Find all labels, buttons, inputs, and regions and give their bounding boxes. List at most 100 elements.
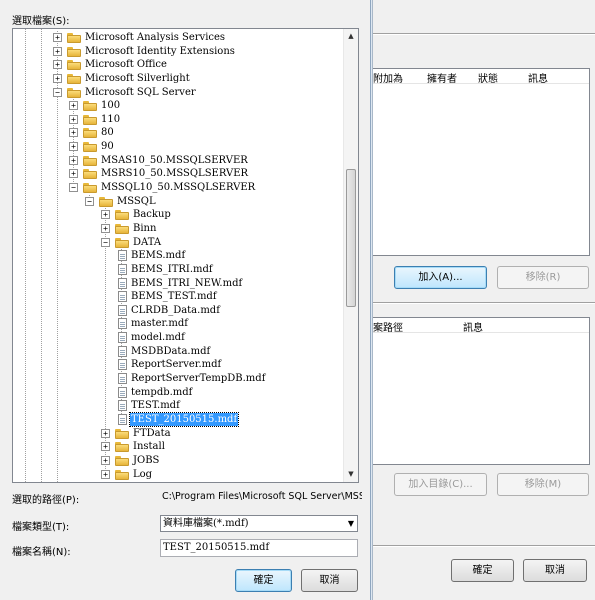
file-type-label: 檔案類型(T): bbox=[12, 522, 70, 533]
column-path[interactable]: 案路徑 bbox=[373, 319, 403, 334]
tree-folder-item[interactable]: − Microsoft SQL Server bbox=[13, 86, 343, 100]
file-tree[interactable]: + Microsoft Analysis Services + Microsoft I… bbox=[12, 28, 359, 483]
expand-icon[interactable]: + bbox=[101, 455, 110, 465]
expand-icon[interactable]: + bbox=[101, 428, 110, 438]
tree-file-item[interactable]: TEST_20150515.mdf bbox=[13, 411, 343, 427]
collapse-icon[interactable]: − bbox=[53, 87, 62, 97]
collapse-icon[interactable]: − bbox=[101, 237, 110, 247]
folder-icon bbox=[67, 87, 81, 98]
tree-folder-item[interactable]: + MSRS10_50.MSSQLSERVER bbox=[13, 167, 343, 181]
scroll-thumb[interactable] bbox=[346, 169, 356, 307]
tree-item-label: tempdb.mdf bbox=[131, 386, 193, 398]
tree-folder-item[interactable]: +100 bbox=[13, 99, 343, 113]
remove-catalog-button[interactable]: 移除(M) bbox=[497, 473, 589, 496]
tree-folder-item[interactable]: + Log bbox=[13, 468, 343, 482]
file-icon bbox=[118, 345, 127, 357]
folder-icon bbox=[115, 455, 129, 466]
expand-icon[interactable]: + bbox=[53, 33, 62, 42]
folder-icon bbox=[83, 183, 97, 194]
tree-file-item[interactable]: BEMS_TEST.mdf bbox=[13, 290, 343, 304]
tree-folder-item[interactable]: + Microsoft Silverlight bbox=[13, 72, 343, 86]
column-attach-as[interactable]: 附加為 bbox=[373, 70, 403, 85]
column-status[interactable]: 狀態 bbox=[478, 70, 498, 85]
expand-icon[interactable]: + bbox=[53, 46, 62, 56]
collapse-icon[interactable]: − bbox=[85, 196, 94, 206]
tree-file-item[interactable]: BEMS_ITRI.mdf bbox=[13, 263, 343, 277]
add-catalog-button[interactable]: 加入目錄(C)... bbox=[394, 473, 487, 496]
tree-file-item[interactable]: BEMS.mdf bbox=[13, 249, 343, 263]
tree-file-item[interactable]: master.mdf bbox=[13, 317, 343, 331]
tree-item-label: CLRDB_Data.mdf bbox=[131, 304, 220, 316]
tree-item-label: Microsoft Office bbox=[85, 59, 167, 71]
cancel-button[interactable]: 取消 bbox=[301, 569, 358, 592]
tree-item-label: model.mdf bbox=[131, 332, 185, 344]
expand-icon[interactable]: + bbox=[101, 469, 110, 479]
file-type-select[interactable]: 資料庫檔案(*.mdf) ▼ bbox=[160, 515, 358, 532]
column-message[interactable]: 訊息 bbox=[463, 319, 483, 334]
tree-file-item[interactable]: MSDBData.mdf bbox=[13, 345, 343, 359]
file-name-input[interactable]: TEST_20150515.mdf bbox=[160, 539, 358, 557]
tree-file-item[interactable]: TEST.mdf bbox=[13, 399, 343, 413]
tree-folder-item[interactable]: + Install bbox=[13, 440, 343, 454]
file-icon bbox=[118, 332, 127, 344]
tree-file-item[interactable]: BEMS_ITRI_NEW.mdf bbox=[13, 277, 343, 291]
column-message[interactable]: 訊息 bbox=[528, 70, 548, 85]
tree-folder-item[interactable]: + Microsoft Analysis Services bbox=[13, 31, 343, 45]
tree-file-item[interactable]: tempdb.mdf bbox=[13, 386, 343, 400]
expand-icon[interactable]: + bbox=[53, 73, 62, 83]
scroll-down-arrow-icon[interactable]: ▼ bbox=[344, 467, 358, 482]
expand-icon[interactable]: + bbox=[101, 210, 110, 220]
tree-folder-item[interactable]: − DATA bbox=[13, 236, 343, 250]
folder-icon bbox=[67, 60, 81, 71]
bg-cancel-button[interactable]: 取消 bbox=[523, 559, 587, 582]
chevron-down-icon[interactable]: ▼ bbox=[348, 516, 354, 531]
expand-icon[interactable]: + bbox=[69, 101, 78, 111]
remove-button[interactable]: 移除(R) bbox=[497, 266, 589, 289]
databases-list[interactable]: 附加為 擁有者 狀態 訊息 bbox=[373, 68, 590, 256]
expand-icon[interactable]: + bbox=[69, 169, 78, 179]
tree-folder-item[interactable]: + FTData bbox=[13, 427, 343, 441]
tree-item-label: BEMS_TEST.mdf bbox=[131, 291, 217, 303]
expand-icon[interactable]: + bbox=[101, 223, 110, 233]
file-type-value: 資料庫檔案(*.mdf) bbox=[163, 518, 249, 529]
tree-folder-item[interactable]: + MSAS10_50.MSSQLSERVER bbox=[13, 154, 343, 168]
select-file-label: 選取檔案(S): bbox=[12, 16, 70, 27]
tree-item-label: MSDBData.mdf bbox=[131, 345, 211, 357]
tree-folder-item[interactable]: +80 bbox=[13, 126, 343, 140]
expand-icon[interactable]: + bbox=[69, 114, 78, 124]
tree-folder-item[interactable]: − MSSQL10_50.MSSQLSERVER bbox=[13, 181, 343, 195]
tree-folder-item[interactable]: + Backup bbox=[13, 208, 343, 222]
expand-icon[interactable]: + bbox=[101, 442, 110, 452]
expand-icon[interactable]: + bbox=[69, 155, 78, 165]
tree-file-item[interactable]: ReportServer.mdf bbox=[13, 358, 343, 372]
tree-file-item[interactable]: model.mdf bbox=[13, 331, 343, 345]
folder-icon bbox=[115, 237, 129, 248]
vertical-scrollbar[interactable]: ▲ ▼ bbox=[343, 29, 358, 482]
file-icon bbox=[118, 291, 127, 303]
scroll-up-arrow-icon[interactable]: ▲ bbox=[344, 29, 358, 44]
tree-folder-item[interactable]: + Microsoft Identity Extensions bbox=[13, 45, 343, 59]
tree-item-label: Install bbox=[133, 441, 165, 453]
tree-folder-item[interactable]: + JOBS bbox=[13, 454, 343, 468]
ok-button[interactable]: 確定 bbox=[235, 569, 292, 592]
file-icon bbox=[118, 304, 127, 316]
tree-folder-item[interactable]: + Microsoft Office bbox=[13, 58, 343, 72]
add-button[interactable]: 加入(A)... bbox=[394, 266, 487, 289]
tree-item-label: MSAS10_50.MSSQLSERVER bbox=[101, 154, 248, 166]
file-icon bbox=[118, 250, 127, 262]
tree-folder-item[interactable]: +90 bbox=[13, 140, 343, 154]
collapse-icon[interactable]: − bbox=[69, 183, 78, 193]
expand-icon[interactable]: + bbox=[69, 128, 78, 138]
tree-folder-item[interactable]: + Binn bbox=[13, 222, 343, 236]
details-list[interactable]: 案路徑 訊息 bbox=[373, 317, 590, 465]
tree-folder-item[interactable]: − MSSQL bbox=[13, 195, 343, 209]
tree-folder-item[interactable]: +110 bbox=[13, 113, 343, 127]
bg-ok-button[interactable]: 確定 bbox=[451, 559, 514, 582]
expand-icon[interactable]: + bbox=[69, 142, 78, 152]
expand-icon[interactable]: + bbox=[53, 60, 62, 70]
tree-file-item[interactable]: ReportServerTempDB.mdf bbox=[13, 372, 343, 386]
file-icon bbox=[118, 318, 127, 330]
selected-path-value: C:\Program Files\Microsoft SQL Server\MS… bbox=[162, 491, 362, 502]
column-owner[interactable]: 擁有者 bbox=[427, 70, 457, 85]
tree-file-item[interactable]: CLRDB_Data.mdf bbox=[13, 304, 343, 318]
